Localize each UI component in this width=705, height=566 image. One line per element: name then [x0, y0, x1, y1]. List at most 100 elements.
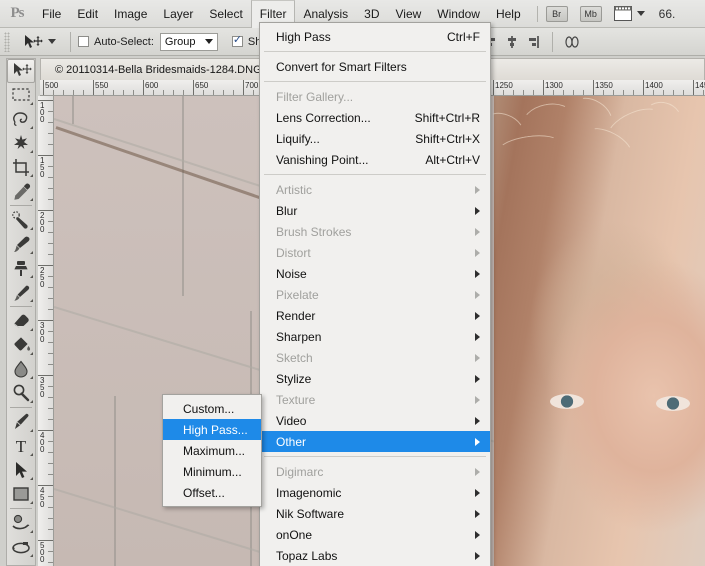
menu-item-label: Convert for Smart Filters: [276, 59, 407, 74]
filter-menu-item-high-pass[interactable]: High Pass Ctrl+F: [260, 26, 490, 47]
dodge-tool[interactable]: [7, 381, 35, 405]
align-right-edges-icon[interactable]: [524, 33, 542, 51]
ruler-subtick: [663, 90, 664, 95]
ruler-label: 300: [40, 321, 45, 344]
move-tool[interactable]: [7, 59, 35, 83]
blur-tool-icon: [14, 360, 28, 378]
filter-menu-item-liquify[interactable]: Liquify... Shift+Ctrl+X: [260, 128, 490, 149]
filter-menu-item-sharpen[interactable]: Sharpen: [260, 326, 490, 347]
options-bar-grip[interactable]: [4, 31, 10, 52]
ruler-subtick: [48, 452, 53, 453]
ruler-subtick: [63, 90, 64, 95]
other-submenu-item-minimum[interactable]: Minimum...: [163, 461, 261, 482]
mini-bridge-button[interactable]: Mb: [579, 5, 602, 22]
ruler-subtick: [553, 90, 554, 95]
bridge-button[interactable]: Br: [545, 5, 568, 22]
menu-item-label: Video: [276, 413, 307, 428]
ruler-subtick: [253, 90, 254, 95]
ruler-subtick: [203, 90, 204, 95]
menu-item-label: Digimarc: [276, 464, 324, 479]
filter-menu-item-digimarc: Digimarc: [260, 461, 490, 482]
other-submenu[interactable]: Custom... High Pass... Maximum... Minimum..…: [162, 394, 262, 507]
magic-wand-tool-icon: [14, 135, 28, 149]
other-submenu-item-high-pass[interactable]: High Pass...: [163, 419, 261, 440]
other-submenu-item-offset[interactable]: Offset...: [163, 482, 261, 503]
tools-panel[interactable]: T: [6, 58, 36, 566]
healing-brush-tool[interactable]: [7, 208, 35, 232]
ruler-subtick: [48, 166, 53, 167]
other-submenu-item-maximum[interactable]: Maximum...: [163, 440, 261, 461]
ruler-label: 550: [95, 81, 109, 90]
eyedropper-tool[interactable]: [7, 179, 35, 203]
blur-tool[interactable]: [7, 357, 35, 381]
clone-stamp-tool[interactable]: [7, 256, 35, 280]
brush-tool[interactable]: [7, 232, 35, 256]
filter-menu[interactable]: High Pass Ctrl+F Convert for Smart Filters…: [259, 22, 491, 566]
toolbar-divider: [10, 407, 32, 408]
3d-rotate-tool[interactable]: [7, 511, 35, 535]
menu-image[interactable]: Image: [106, 3, 155, 25]
marquee-tool[interactable]: [7, 83, 35, 107]
tool-more-indicator-icon: [30, 352, 33, 355]
auto-select-scope-select[interactable]: Group: [159, 32, 218, 51]
history-brush-tool-icon: [14, 285, 30, 301]
filter-menu-item-other[interactable]: Other: [260, 431, 490, 452]
submenu-arrow-icon: [475, 374, 480, 383]
menu-file[interactable]: File: [34, 3, 69, 25]
filter-menu-item-lens-correction[interactable]: Lens Correction... Shift+Ctrl+R: [260, 107, 490, 128]
ruler-label: 100: [40, 101, 45, 124]
menu-item-label: Nik Software: [276, 506, 345, 521]
path-selection-tool[interactable]: [7, 458, 35, 482]
ruler-subtick: [48, 419, 53, 420]
ruler-label: 150: [40, 156, 45, 179]
other-submenu-item-custom[interactable]: Custom...: [163, 398, 261, 419]
ruler-subtick: [533, 90, 534, 95]
submenu-arrow-icon: [475, 416, 480, 425]
marquee-tool-icon: [12, 88, 30, 101]
menu-select[interactable]: Select: [201, 3, 250, 25]
type-tool[interactable]: T: [7, 434, 35, 458]
3d-orbit-tool[interactable]: [7, 535, 35, 559]
filter-menu-item-video[interactable]: Video: [260, 410, 490, 431]
menu-layer[interactable]: Layer: [155, 3, 201, 25]
tool-preset-picker[interactable]: [16, 34, 63, 50]
distribute-icon[interactable]: [563, 33, 581, 51]
menu-separator: [264, 81, 486, 82]
history-brush-tool[interactable]: [7, 280, 35, 304]
ruler-label: 1400: [645, 81, 663, 90]
paint-bucket-tool-icon: [14, 337, 31, 351]
filter-menu-item-nik-software[interactable]: Nik Software: [260, 503, 490, 524]
toolbar-divider: [10, 205, 32, 206]
ruler-label: 450: [40, 486, 45, 509]
filter-menu-item-blur[interactable]: Blur: [260, 200, 490, 221]
shape-tool[interactable]: [7, 482, 35, 506]
crop-tool[interactable]: [7, 155, 35, 179]
paint-bucket-tool[interactable]: [7, 333, 35, 357]
filter-menu-item-stylize[interactable]: Stylize: [260, 368, 490, 389]
filter-menu-item-noise[interactable]: Noise: [260, 263, 490, 284]
eraser-tool[interactable]: [7, 309, 35, 333]
menu-item-label: Noise: [276, 266, 307, 281]
ruler-subtick: [48, 144, 53, 145]
menu-help[interactable]: Help: [488, 3, 529, 25]
filter-menu-item-vanishing-point[interactable]: Vanishing Point... Alt+Ctrl+V: [260, 149, 490, 170]
ruler-subtick: [48, 254, 53, 255]
show-transform-checkbox[interactable]: [231, 33, 243, 47]
menu-edit[interactable]: Edit: [69, 3, 106, 25]
menu-item-label: Artistic: [276, 182, 312, 197]
tool-more-indicator-icon: [30, 299, 33, 302]
ruler-subtick: [573, 90, 574, 95]
screen-mode-control[interactable]: [613, 6, 645, 21]
align-horizontal-centers-icon[interactable]: [503, 33, 521, 51]
filter-menu-item-convert-for-smart-filters[interactable]: Convert for Smart Filters: [260, 56, 490, 77]
magic-wand-tool[interactable]: [7, 131, 35, 155]
filter-menu-item-onone[interactable]: onOne: [260, 524, 490, 545]
ruler-subtick: [523, 90, 524, 95]
filter-menu-item-imagenomic[interactable]: Imagenomic: [260, 482, 490, 503]
menu-item-label: Texture: [276, 392, 316, 407]
lasso-tool[interactable]: [7, 107, 35, 131]
auto-select-checkbox[interactable]: [78, 36, 89, 47]
filter-menu-item-render[interactable]: Render: [260, 305, 490, 326]
pen-tool[interactable]: [7, 410, 35, 434]
filter-menu-item-topaz-labs[interactable]: Topaz Labs: [260, 545, 490, 566]
